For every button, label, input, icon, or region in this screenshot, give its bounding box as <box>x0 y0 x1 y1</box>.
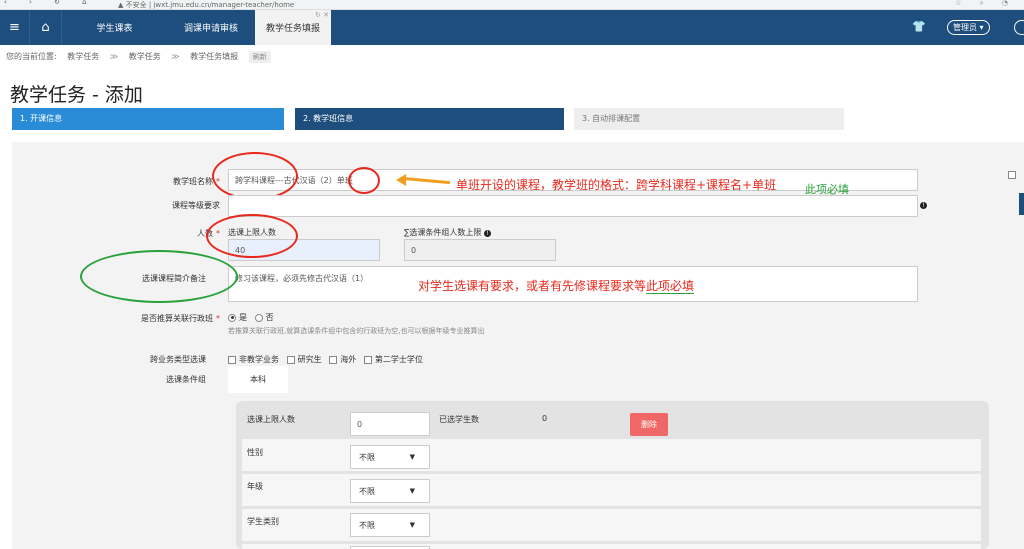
cross-type-options: 非教学业务 研究生 海外 第二学士学位 <box>228 354 423 365</box>
grade-select[interactable]: 不限 ▼ <box>350 479 430 503</box>
cross-type-label: 跨业务类型选课 <box>150 355 206 364</box>
admin-class-radios: 是 否 <box>228 312 274 323</box>
step-class-info[interactable]: 2. 教学班信息 <box>295 108 564 130</box>
green-circle-annotation <box>80 250 238 303</box>
student-type-select[interactable]: 不限 ▼ <box>350 513 430 537</box>
checkbox[interactable] <box>329 355 338 364</box>
breadcrumb-item[interactable]: 教学任务 <box>129 52 161 61</box>
selected-count-value: 0 <box>542 414 548 423</box>
browser-bar: ‹ › ↻ ⌂ ▲ 不安全 | jwxt.jmu.edu.cn/manager-… <box>0 0 1024 10</box>
security-label: 不安全 <box>125 1 147 9</box>
right-edge-button[interactable] <box>1019 193 1024 215</box>
breadcrumb: 您的当前位置: 教学任务 ≫ 教学任务 ≫ 教学任务填报 刷新 <box>6 51 279 63</box>
cond-group-label: 选课条件组 <box>166 375 206 384</box>
count-label: 人数 * <box>197 229 220 238</box>
right-checkbox[interactable] <box>1008 170 1019 179</box>
selected-count-label: 已选学生数 <box>439 415 479 424</box>
info-icon[interactable]: ! <box>483 230 491 237</box>
page-title: 教学任务 - 添加 <box>10 84 143 106</box>
admin-class-label: 是否推算关联行政班 * <box>141 314 220 323</box>
browser-action-icons[interactable]: ☆ ⌕ ◔ <box>955 0 1016 8</box>
checkbox[interactable] <box>228 355 236 364</box>
level-input[interactable] <box>228 195 918 217</box>
address-bar[interactable]: ▲ 不安全 | jwxt.jmu.edu.cn/manager-teacher/… <box>118 0 295 9</box>
student-type-label: 学生类别 <box>247 517 279 526</box>
arrow-head-annotation <box>396 174 406 186</box>
checkbox[interactable] <box>363 355 372 364</box>
url-text: jwxt.jmu.edu.cn/manager-teacher/home <box>153 1 295 9</box>
tab-undergrad[interactable]: 本科 <box>228 366 288 393</box>
tab-student-schedule[interactable]: 学生课表 <box>62 10 167 45</box>
admin-class-hint: 若推算关联行政班,就算选课条件组中包含的行政班为空,也可以根据年级专业推算出 <box>228 327 485 335</box>
level-label: 课程等级要求 <box>172 201 220 210</box>
step-course-info[interactable]: 1. 开课信息 <box>12 108 284 130</box>
caret-down-icon: ▼ <box>409 453 415 461</box>
delete-button[interactable]: 删除 <box>630 413 668 436</box>
cond-limit-input[interactable]: 0 <box>350 412 430 436</box>
tab-reschedule-review[interactable]: 调课申请审核 <box>167 10 255 45</box>
gender-select[interactable]: 不限 ▼ <box>350 445 430 469</box>
gender-label: 性别 <box>247 448 263 457</box>
browser-nav-icons[interactable]: ‹ › ↻ ⌂ <box>4 0 97 6</box>
red-circle-annotation <box>348 167 380 194</box>
menu-icon[interactable]: ≡ <box>0 10 30 45</box>
tab-close-icon[interactable]: ↻ ✕ <box>315 11 329 19</box>
radio-yes[interactable] <box>228 313 236 322</box>
extra-icon[interactable] <box>1014 20 1024 35</box>
intro-annotation: 对学生选课有要求，或者有先修课程要求等此项必填 <box>418 279 695 294</box>
info-icon[interactable]: ! <box>920 202 927 209</box>
home-icon[interactable]: ⌂ <box>30 10 62 45</box>
refresh-button[interactable]: 刷新 <box>248 51 271 63</box>
step-auto-schedule[interactable]: 3. 自动排课配置 <box>574 108 844 130</box>
sum-limit-input: 0 <box>404 239 556 261</box>
sum-limit-label: ∑选课条件组人数上限 ! <box>404 227 491 238</box>
grade-label: 年级 <box>247 482 263 491</box>
caret-down-icon: ▼ <box>409 521 415 529</box>
cond-limit-label: 选课上限人数 <box>247 415 295 424</box>
shirt-icon[interactable]: 👕 <box>912 20 926 33</box>
red-circle-annotation <box>206 214 298 258</box>
class-name-label: 教学班名称 * <box>173 177 220 186</box>
breadcrumb-item[interactable]: 教学任务填报 <box>190 52 238 61</box>
admin-menu-button[interactable]: 管理员 ▾ <box>947 20 990 35</box>
red-circle-annotation <box>212 152 298 200</box>
radio-no[interactable] <box>254 313 263 322</box>
class-name-annotation: 单班开设的课程，教学班的格式：跨学科课程+课程名+单班 <box>456 178 777 192</box>
checkbox[interactable] <box>286 355 295 364</box>
caret-down-icon: ▼ <box>409 487 415 495</box>
breadcrumb-item[interactable]: 教学任务 <box>67 52 99 61</box>
tab-teaching-task-fill[interactable]: 教学任务填报 ↻ ✕ <box>255 10 331 45</box>
top-navigation: ≡ ⌂ 学生课表 调课申请审核 教学任务填报 ↻ ✕ 👕 管理员 ▾ <box>0 10 1024 45</box>
